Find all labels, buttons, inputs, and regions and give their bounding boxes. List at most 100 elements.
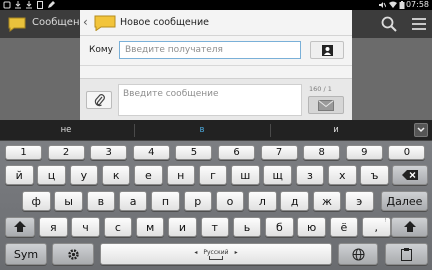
download-icon [26,1,32,9]
key-digit[interactable]: 5 [175,145,213,160]
chevron-down-icon [417,127,425,133]
key-letter[interactable]: п [151,191,180,211]
edit-icon [48,1,55,8]
key-letter[interactable]: я [39,217,68,237]
key-digit[interactable]: 9 [345,145,383,160]
globe-icon [352,248,364,260]
key-letter[interactable]: щ [263,165,292,185]
key-label: ф [31,194,41,208]
key-letter[interactable]: х [328,165,357,185]
key-label: 5 [190,147,198,158]
expand-suggestions-button[interactable] [414,123,428,137]
key-letter[interactable]: ш [231,165,260,185]
suggestion-divider [270,124,271,137]
next-key[interactable]: Далее [381,191,428,211]
key-letter[interactable]: у [69,165,99,185]
key-letter[interactable]: л [248,191,277,211]
key-letter[interactable]: ъ [360,165,389,185]
key-digit[interactable]: 3 [90,145,128,160]
key-letter[interactable]: т [200,217,229,237]
key-letter[interactable]: з [295,165,325,185]
key-letter[interactable]: в [86,191,116,211]
key-digit[interactable]: 6 [218,145,255,160]
wifi-icon [389,1,397,8]
key-digit[interactable]: 1 [5,145,42,160]
char-counter: 160 / 1 [309,85,332,93]
key-label: и [178,220,187,234]
back-chevron-icon[interactable]: ‹ [83,15,93,29]
key-letter[interactable]: б [265,217,294,237]
suggestion-item[interactable]: и [296,125,376,135]
shift-key[interactable] [391,217,428,237]
new-message-dialog: ‹ Новое сообщение Кому Введите получател… [80,10,352,120]
key-label: ц [47,168,56,182]
key-label: в [97,194,105,208]
key-letter[interactable]: о [215,191,245,211]
status-time: 07:58 [405,0,429,9]
key-label: 6 [233,147,240,158]
key-label: ь [243,220,251,234]
key-letter[interactable]: ,! [362,217,391,237]
key-digit[interactable]: 8 [303,145,341,160]
key-label: ё [340,220,348,234]
key-label: п [161,194,170,208]
menu-icon[interactable] [410,15,428,33]
dialog-title: Новое сообщение [120,17,209,28]
clipboard-key[interactable] [385,243,428,265]
key-letter[interactable]: и [168,217,197,237]
suggestion-item[interactable]: в [162,125,242,135]
key-letter[interactable]: с [103,217,133,237]
key-letter[interactable]: н [166,165,195,185]
key-label: 0 [403,147,411,158]
key-letter[interactable]: м [135,217,165,237]
key-label: е [145,168,152,182]
key-letter[interactable]: ё [329,217,359,237]
key-label: к [112,168,120,182]
key-letter[interactable]: й [5,165,34,185]
key-label: й [15,168,23,182]
key-label: ш [240,168,251,182]
key-letter[interactable]: ь [232,217,262,237]
send-message-icon [318,100,334,111]
key-letter[interactable]: ж [312,191,342,211]
key-label: г [210,168,216,182]
key-letter[interactable]: ч [71,217,100,237]
attach-button[interactable] [86,91,112,109]
key-letter[interactable]: а [118,191,148,211]
key-digit[interactable]: 7 [260,145,298,160]
space-key[interactable]: ◂ Русский ▸ [100,243,332,265]
key-label: м [145,220,155,234]
language-switch: ◂ Русский ▸ [194,249,237,256]
suggestion-divider [134,124,135,137]
language-key[interactable] [338,243,378,265]
key-label: 8 [318,147,325,158]
suggestion-item[interactable]: не [26,125,106,135]
key-letter[interactable]: ц [37,165,66,185]
backspace-key[interactable] [392,165,428,185]
recipient-input[interactable]: Введите получателя [119,41,301,59]
key-label: 9 [361,147,368,158]
key-label: ы [64,194,73,208]
shift-key[interactable] [5,217,35,237]
key-label: ъ [370,168,379,182]
sym-key[interactable]: Sym [5,243,47,265]
key-letter[interactable]: э [345,191,374,211]
settings-key[interactable] [52,243,94,265]
contacts-button[interactable] [310,41,344,59]
key-digit[interactable]: 2 [47,145,85,160]
key-letter[interactable]: ы [54,191,83,211]
key-letter[interactable]: р [183,191,212,211]
shift-icon [403,221,416,232]
key-letter[interactable]: е [134,165,163,185]
key-label: 1 [20,147,27,158]
key-letter[interactable]: к [101,165,131,185]
key-letter[interactable]: д [280,191,309,211]
send-button[interactable] [308,96,344,114]
key-letter[interactable]: ю [297,217,326,237]
key-letter[interactable]: ф [22,191,51,211]
message-input[interactable]: Введите сообщение [118,84,302,116]
key-digit[interactable]: 4 [132,145,170,160]
key-digit[interactable]: 0 [388,145,426,160]
search-icon[interactable] [380,15,398,33]
key-letter[interactable]: г [198,165,228,185]
